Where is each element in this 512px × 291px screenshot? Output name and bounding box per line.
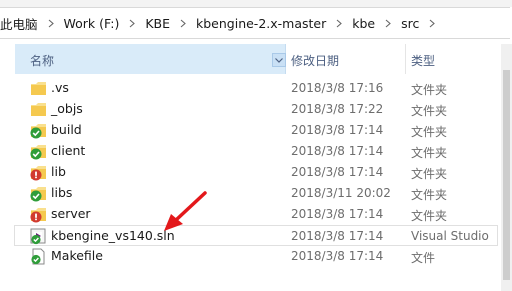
folder-conflict-icon <box>30 164 47 181</box>
file-type: Visual Studio <box>411 229 489 243</box>
file-row[interactable]: Makefile 2018/3/8 17:14 文件 <box>15 246 497 267</box>
file-type: 文件夹 <box>411 83 448 97</box>
file-date: 2018/3/8 17:14 <box>291 207 384 221</box>
breadcrumb-kbengine-master[interactable]: kbengine-2.x-master <box>194 16 328 31</box>
column-date-label: 修改日期 <box>291 54 340 68</box>
chevron-right-icon[interactable] <box>377 17 399 30</box>
file-date: 2018/3/8 17:22 <box>291 102 384 116</box>
file-type: 文件夹 <box>411 146 448 160</box>
file-type: 文件夹 <box>411 167 448 181</box>
column-header: 名称 修改日期 类型 <box>15 44 497 74</box>
file-row[interactable]: build 2018/3/8 17:14 文件夹 <box>15 120 497 141</box>
chevron-right-icon[interactable] <box>121 17 143 30</box>
file-name: _objs <box>51 101 83 116</box>
file-type: 文件夹 <box>411 188 448 202</box>
file-row[interactable]: server 2018/3/8 17:14 文件夹 <box>15 204 497 225</box>
file-list: .vs 2018/3/8 17:16 文件夹 _objs 2018/3/8 17… <box>14 78 498 267</box>
column-header-name[interactable]: 名称 <box>15 44 286 74</box>
breadcrumb-work-drive[interactable]: Work (F:) <box>62 16 122 31</box>
file-row[interactable]: lib 2018/3/8 17:14 文件夹 <box>15 162 497 183</box>
file-type: 文件夹 <box>411 209 448 223</box>
file-name: .vs <box>51 80 69 95</box>
file-row[interactable]: _objs 2018/3/8 17:22 文件夹 <box>15 99 497 120</box>
file-row[interactable]: client 2018/3/8 17:14 文件夹 <box>15 141 497 162</box>
file-name: kbengine_vs140.sln <box>51 228 175 243</box>
file-name: server <box>51 206 91 221</box>
folder-conflict-icon <box>30 206 47 223</box>
scrollbar-thumb[interactable] <box>503 70 510 280</box>
chevron-right-icon[interactable] <box>40 17 62 30</box>
file-date: 2018/3/8 17:14 <box>291 229 384 243</box>
file-type: 文件 <box>411 251 436 265</box>
folder-synced-icon <box>30 185 47 202</box>
breadcrumb-kbe-sub[interactable]: kbe <box>350 16 377 31</box>
file-date: 2018/3/8 17:14 <box>291 165 384 179</box>
column-header-date[interactable]: 修改日期 <box>285 44 406 74</box>
address-bar[interactable]: 此电脑 Work (F:) KBE kbengine-2.x-master kb… <box>0 7 510 39</box>
column-name-label: 名称 <box>30 54 55 68</box>
file-row[interactable]: .vs 2018/3/8 17:16 文件夹 <box>15 78 497 99</box>
title-strip <box>0 0 512 7</box>
file-row-selected[interactable]: kbengine_vs140.sln 2018/3/8 17:14 Visual… <box>14 225 498 246</box>
breadcrumb-this-pc[interactable]: 此电脑 <box>0 14 40 33</box>
breadcrumb-src[interactable]: src <box>399 16 421 31</box>
folder-synced-icon <box>30 122 47 139</box>
chevron-right-icon[interactable] <box>421 17 443 30</box>
file-type: 文件夹 <box>411 125 448 139</box>
visual-studio-solution-icon <box>30 228 47 245</box>
column-type-label: 类型 <box>411 54 436 68</box>
folder-synced-icon <box>30 143 47 160</box>
file-date: 2018/3/8 17:14 <box>291 249 384 263</box>
file-type: 文件夹 <box>411 104 448 118</box>
column-header-type[interactable]: 类型 <box>405 44 497 74</box>
file-name: build <box>51 122 82 137</box>
file-name: Makefile <box>51 248 103 263</box>
file-date: 2018/3/8 17:14 <box>291 144 384 158</box>
chevron-right-icon[interactable] <box>328 17 350 30</box>
folder-icon <box>30 101 47 118</box>
file-date: 2018/3/11 20:02 <box>291 186 391 200</box>
file-synced-icon <box>30 248 47 265</box>
file-date: 2018/3/8 17:14 <box>291 123 384 137</box>
vertical-scrollbar[interactable] <box>501 44 512 291</box>
sort-dropdown-icon[interactable] <box>272 53 286 67</box>
file-row[interactable]: libs 2018/3/11 20:02 文件夹 <box>15 183 497 204</box>
file-name: client <box>51 143 86 158</box>
file-name: lib <box>51 164 66 179</box>
file-date: 2018/3/8 17:16 <box>291 81 384 95</box>
chevron-right-icon[interactable] <box>172 17 194 30</box>
folder-icon <box>30 80 47 97</box>
breadcrumb-kbe[interactable]: KBE <box>143 16 172 31</box>
red-arrow-annotation <box>164 191 207 231</box>
file-name: libs <box>51 185 73 200</box>
